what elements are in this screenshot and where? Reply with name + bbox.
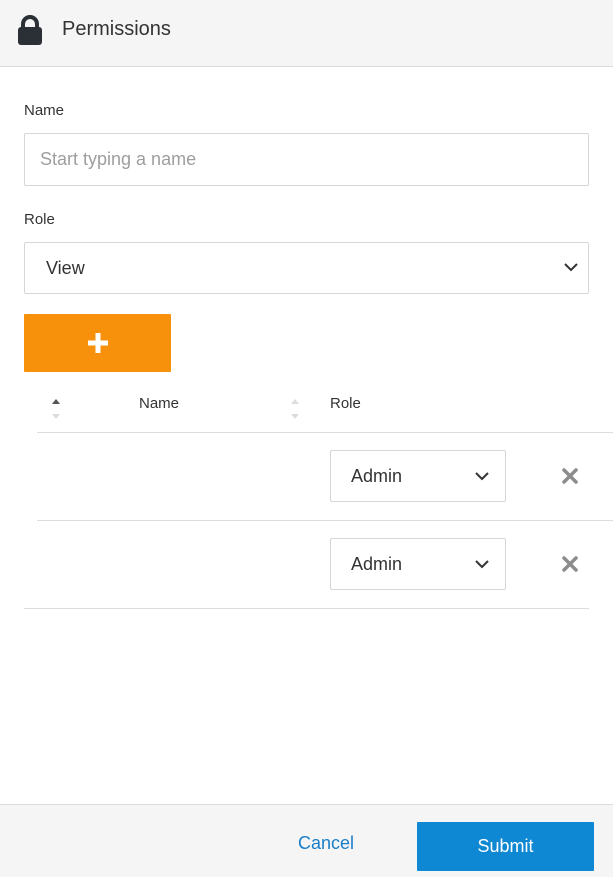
cancel-button[interactable]: Cancel <box>298 833 354 854</box>
dialog-title: Permissions <box>62 18 171 40</box>
table-divider <box>37 432 613 433</box>
table-divider <box>37 520 613 521</box>
column-header-name[interactable]: Name <box>139 395 179 412</box>
dialog-footer: Cancel Submit <box>0 804 613 877</box>
add-permission-button[interactable] <box>24 314 171 372</box>
role-select[interactable]: View <box>24 242 589 294</box>
lock-icon <box>18 15 42 45</box>
chevron-down-icon <box>564 263 578 272</box>
name-input[interactable] <box>24 133 589 186</box>
plus-icon <box>88 333 108 353</box>
chevron-down-icon <box>475 560 489 569</box>
row-role-select[interactable]: Admin <box>330 450 506 502</box>
dialog-header: Permissions <box>0 0 613 67</box>
remove-icon[interactable] <box>561 555 579 573</box>
sort-role-icon[interactable] <box>290 396 300 422</box>
role-select-value: View <box>46 258 85 278</box>
table-bottom-border <box>24 608 589 609</box>
submit-button[interactable]: Submit <box>417 822 594 871</box>
name-field-label: Name <box>24 102 65 119</box>
remove-icon[interactable] <box>561 467 579 485</box>
sort-name-icon[interactable] <box>51 396 61 422</box>
column-header-role[interactable]: Role <box>330 395 361 412</box>
chevron-down-icon <box>475 472 489 481</box>
row-role-select[interactable]: Admin <box>330 538 506 590</box>
row-role-value: Admin <box>351 554 403 574</box>
role-field-label: Role <box>24 211 55 228</box>
row-role-value: Admin <box>351 466 403 486</box>
